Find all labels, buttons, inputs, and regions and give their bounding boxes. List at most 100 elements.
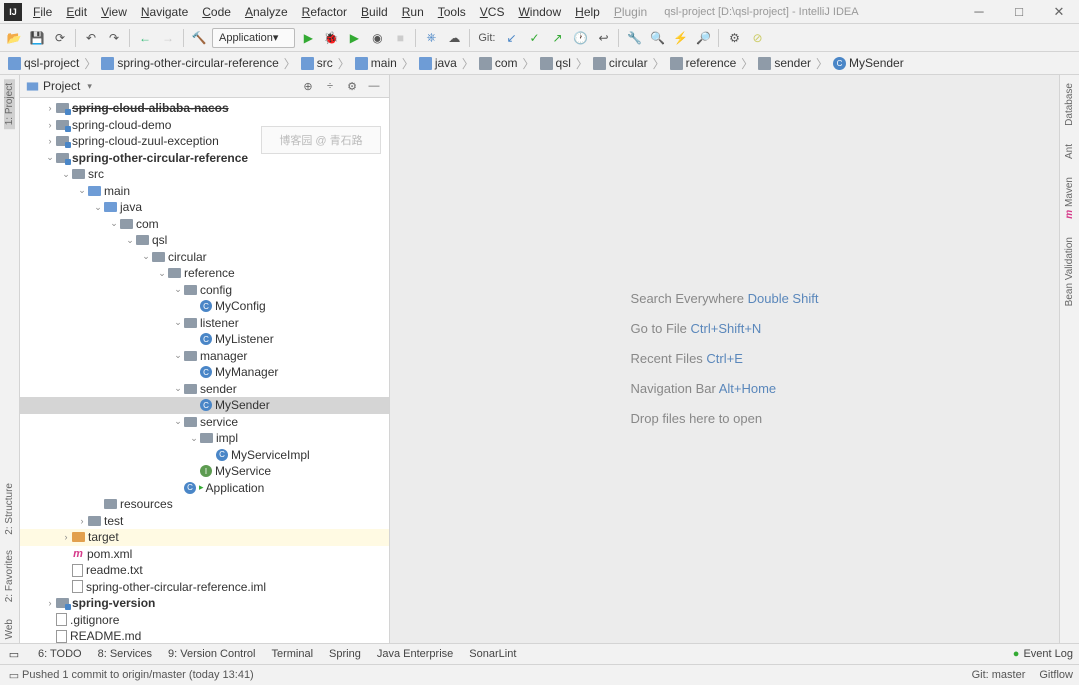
tree-node-myserviceimpl[interactable]: CMyServiceImpl (20, 447, 389, 464)
tree-node-spring-other-circular-reference[interactable]: ⌄spring-other-circular-reference (20, 150, 389, 167)
breadcrumb-sender[interactable]: sender (756, 56, 813, 70)
tree-node-application[interactable]: C▸Application (20, 480, 389, 497)
tree-arrow-icon[interactable]: › (60, 532, 72, 542)
sonarlint-tab[interactable]: SonarLint (469, 648, 516, 660)
tree-arrow-icon[interactable]: ⌄ (188, 433, 200, 444)
bean-validation-tool-tab[interactable]: Bean Validation (1064, 233, 1075, 310)
tree-node--gitignore[interactable]: .gitignore (20, 612, 389, 629)
tree-node-reference[interactable]: ⌄reference (20, 265, 389, 282)
tree-arrow-icon[interactable]: › (44, 103, 56, 113)
profile-icon[interactable]: ◉ (367, 28, 387, 48)
tree-node-spring-cloud-zuul-exception[interactable]: ›spring-cloud-zuul-exception (20, 133, 389, 150)
tree-arrow-icon[interactable]: ⌄ (108, 218, 120, 229)
database-tool-tab[interactable]: Database (1064, 79, 1075, 130)
tree-arrow-icon[interactable]: ⌄ (172, 284, 184, 295)
project-tree[interactable]: 博客园 @ 青石路 ›spring-cloud-alibaba-nacos›sp… (20, 98, 389, 643)
tree-arrow-icon[interactable]: ⌄ (92, 202, 104, 213)
tree-node-test[interactable]: ›test (20, 513, 389, 530)
open-file-icon[interactable]: 📂 (4, 28, 24, 48)
tree-node-qsl[interactable]: ⌄qsl (20, 232, 389, 249)
menu-window[interactable]: Window (511, 3, 568, 21)
run-config-selector[interactable]: Application ▾ (212, 28, 295, 48)
java-enterprise-tab[interactable]: Java Enterprise (377, 648, 453, 660)
git-commit-icon[interactable]: ✓ (524, 28, 544, 48)
debug-icon[interactable]: 🐞 (321, 28, 341, 48)
refresh-icon[interactable]: ⟳ (50, 28, 70, 48)
tree-arrow-icon[interactable]: ⌄ (172, 317, 184, 328)
menu-tools[interactable]: Tools (431, 3, 473, 21)
tree-node-sender[interactable]: ⌄sender (20, 381, 389, 398)
misc-icon-1[interactable]: ⚙ (724, 28, 744, 48)
gcloud-icon[interactable]: ☁ (444, 28, 464, 48)
version-control-tab[interactable]: 9: Version Control (168, 648, 255, 660)
menu-edit[interactable]: Edit (59, 3, 94, 21)
tool-windows-icon[interactable]: ▭ (6, 648, 22, 661)
menu-analyze[interactable]: Analyze (238, 3, 295, 21)
tree-node-impl[interactable]: ⌄impl (20, 430, 389, 447)
menu-navigate[interactable]: Navigate (134, 3, 195, 21)
breadcrumb-src[interactable]: src (299, 56, 335, 70)
tree-node-myservice[interactable]: IMyService (20, 463, 389, 480)
breadcrumb-main[interactable]: main (353, 56, 399, 70)
tree-node-mymanager[interactable]: CMyManager (20, 364, 389, 381)
structure-tool-tab[interactable]: 2: Structure (4, 479, 15, 539)
git-revert-icon[interactable]: ↩ (593, 28, 613, 48)
menu-file[interactable]: File (26, 3, 59, 21)
navigate-from-source-icon[interactable]: ⊕ (299, 77, 317, 95)
tree-arrow-icon[interactable]: ⌄ (44, 152, 56, 163)
menu-vcs[interactable]: VCS (473, 3, 512, 21)
git-history-icon[interactable]: 🕐 (570, 28, 590, 48)
favorites-tool-tab[interactable]: 2: Favorites (4, 546, 15, 606)
undo-icon[interactable]: ↶ (81, 28, 101, 48)
project-tool-tab[interactable]: 1: Project (4, 79, 15, 129)
maximize-button[interactable]: □ (999, 0, 1039, 24)
breadcrumb-qsl[interactable]: qsl (538, 56, 573, 70)
tree-arrow-icon[interactable]: ⌄ (156, 268, 168, 279)
tree-node-com[interactable]: ⌄com (20, 216, 389, 233)
breadcrumb-circular[interactable]: circular (591, 56, 650, 70)
settings-gear-icon[interactable]: ⚙ (343, 77, 361, 95)
menu-view[interactable]: View (94, 3, 134, 21)
tree-node-resources[interactable]: resources (20, 496, 389, 513)
hide-panel-icon[interactable]: — (365, 77, 383, 95)
menu-code[interactable]: Code (195, 3, 238, 21)
tree-arrow-icon[interactable]: › (44, 598, 56, 608)
breadcrumb-mysender[interactable]: CMySender (831, 56, 906, 70)
run-icon[interactable]: ▶ (298, 28, 318, 48)
breadcrumb-java[interactable]: java (417, 56, 459, 70)
tree-node-spring-other-circular-reference-iml[interactable]: spring-other-circular-reference.iml (20, 579, 389, 596)
tree-arrow-icon[interactable]: ⌄ (76, 185, 88, 196)
collapse-all-icon[interactable]: ÷ (321, 77, 339, 95)
breadcrumb-com[interactable]: com (477, 56, 520, 70)
tree-arrow-icon[interactable]: ⌄ (172, 416, 184, 427)
tree-node-mylistener[interactable]: CMyListener (20, 331, 389, 348)
tree-arrow-icon[interactable]: ⌄ (172, 350, 184, 361)
tree-node-listener[interactable]: ⌄listener (20, 315, 389, 332)
tree-node-readme-txt[interactable]: readme.txt (20, 562, 389, 579)
ant-tool-tab[interactable]: Ant (1064, 140, 1075, 163)
tree-arrow-icon[interactable]: ⌄ (60, 169, 72, 180)
maven-tool-tab[interactable]: m Maven (1064, 173, 1075, 223)
tree-node-src[interactable]: ⌄src (20, 166, 389, 183)
tree-node-spring-version[interactable]: ›spring-version (20, 595, 389, 612)
status-icon[interactable]: ▭ (6, 669, 22, 682)
search-everywhere-icon[interactable]: 🔎 (693, 28, 713, 48)
git-pull-icon[interactable]: ↙ (501, 28, 521, 48)
kubernetes-icon[interactable]: ⎈ (421, 28, 441, 48)
project-structure-icon[interactable]: 🔧 (624, 28, 644, 48)
stop-icon[interactable]: ■ (390, 28, 410, 48)
tree-arrow-icon[interactable]: › (44, 136, 56, 146)
forward-icon[interactable]: → (158, 28, 178, 48)
project-view-selector[interactable]: Project (26, 79, 92, 93)
tree-arrow-icon[interactable]: ⌄ (124, 235, 136, 246)
tree-node-readme-md[interactable]: README.md (20, 628, 389, 643)
todo-tab[interactable]: 6: TODO (38, 648, 82, 660)
tree-node-config[interactable]: ⌄config (20, 282, 389, 299)
editor-area[interactable]: Search Everywhere Double ShiftGo to File… (390, 75, 1059, 643)
tree-node-main[interactable]: ⌄main (20, 183, 389, 200)
tree-node-manager[interactable]: ⌄manager (20, 348, 389, 365)
git-branch-status[interactable]: Git: master (972, 669, 1026, 681)
coverage-icon[interactable]: ▶ (344, 28, 364, 48)
tree-node-spring-cloud-demo[interactable]: ›spring-cloud-demo (20, 117, 389, 134)
tree-node-mysender[interactable]: CMySender (20, 397, 389, 414)
